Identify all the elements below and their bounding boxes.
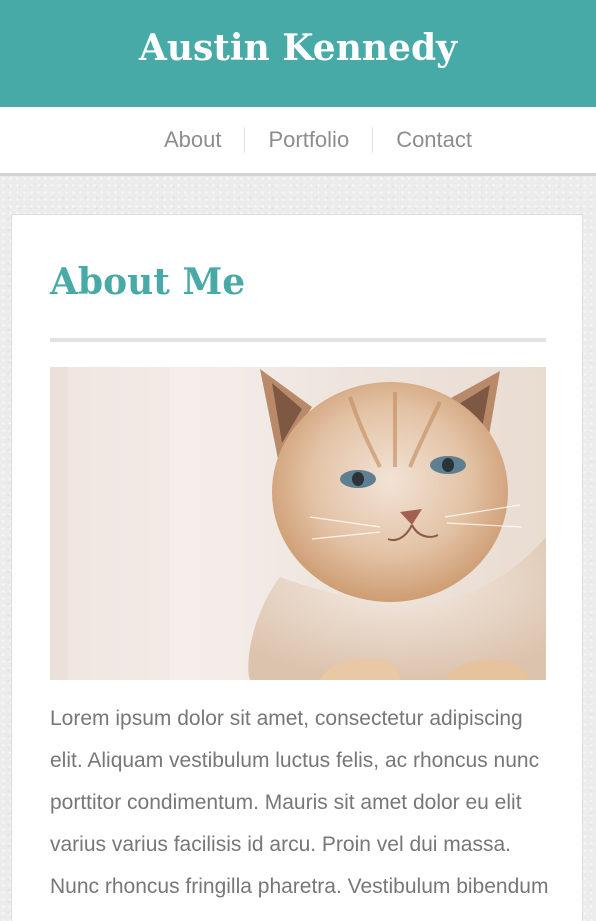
main-nav: About Portfolio Contact [0, 107, 596, 176]
cat-illustration [50, 367, 546, 680]
nav-item-about[interactable]: About [141, 127, 245, 153]
heading-divider [50, 338, 546, 342]
nav-item-portfolio[interactable]: Portfolio [244, 127, 372, 153]
about-paragraph: Lorem ipsum dolor sit amet, consectetur … [50, 707, 549, 921]
nav-item-contact[interactable]: Contact [372, 127, 495, 153]
site-header: Austin Kennedy [0, 0, 596, 107]
nav-list: About Portfolio Contact [141, 127, 495, 153]
site-title[interactable]: Austin Kennedy [139, 27, 457, 69]
cat-photo [50, 367, 546, 680]
about-card: About Me Lorem ipsum dolor sit amet, con… [11, 214, 583, 921]
section-heading: About Me [50, 261, 246, 303]
